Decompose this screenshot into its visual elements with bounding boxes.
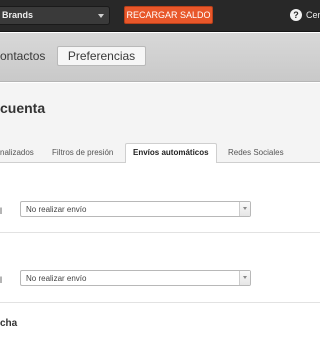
- nav-preferences-button[interactable]: Preferencias: [57, 46, 146, 66]
- sub-navigation: ontactos Preferencias: [0, 33, 320, 82]
- chevron-down-icon: [98, 14, 104, 18]
- brand-select[interactable]: Brands: [0, 6, 110, 25]
- send-option-select[interactable]: No realizar envío: [20, 270, 251, 286]
- tab-filtros-presion[interactable]: Filtros de presión: [52, 148, 113, 157]
- nav-contacts[interactable]: ontactos: [0, 49, 45, 63]
- chevron-down-icon: [239, 271, 250, 285]
- page-title: cuenta: [0, 100, 46, 116]
- brand-select-value: Brands: [2, 10, 34, 20]
- top-bar: Brands RECARGAR SALDO ? Cen: [0, 0, 320, 32]
- tab-personalizados[interactable]: nalizados: [0, 148, 34, 157]
- tab-bar: nalizados Filtros de presión Envíos auto…: [0, 143, 320, 164]
- help-link[interactable]: Cen: [306, 10, 320, 20]
- select-value: No realizar envío: [26, 274, 87, 283]
- divider: [0, 302, 320, 303]
- section-title: cha: [0, 318, 18, 329]
- chevron-down-icon: [239, 202, 250, 216]
- recharge-button[interactable]: RECARGAR SALDO: [124, 6, 213, 24]
- divider: [0, 232, 320, 233]
- help-icon[interactable]: ?: [290, 9, 302, 21]
- select-value: No realizar envío: [26, 205, 87, 214]
- send-option-select[interactable]: No realizar envío: [20, 201, 251, 217]
- tab-redes-sociales[interactable]: Redes Sociales: [228, 148, 284, 157]
- main-content: cuenta nalizados Filtros de presión Enví…: [0, 83, 320, 340]
- tab-envios-automaticos[interactable]: Envíos automáticos: [125, 143, 217, 164]
- tab-panel: l No realizar envío l No realizar envío …: [0, 163, 320, 340]
- row-label: l: [0, 206, 2, 216]
- row-label: l: [0, 275, 2, 285]
